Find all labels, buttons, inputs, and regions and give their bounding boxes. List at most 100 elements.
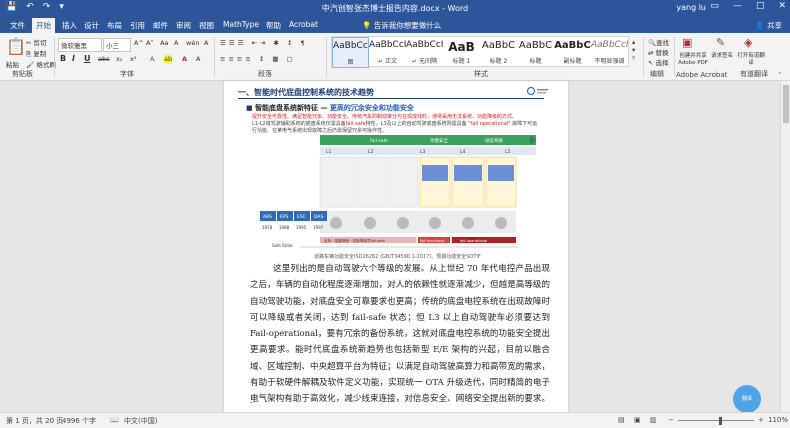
read-mode-icon[interactable]: ▤ — [618, 416, 625, 424]
replace-label: 替换 — [655, 49, 669, 57]
ribbon-display-icon[interactable]: ▭ — [710, 1, 719, 11]
superscript-button[interactable]: x² — [130, 55, 136, 63]
align-buttons[interactable]: ≡≡≡≡ ↕ ▦ ▢ — [220, 55, 296, 63]
format-painter-button[interactable]: 🖌 格式刷 — [26, 59, 56, 69]
tab-layout[interactable]: 布局 — [103, 19, 126, 32]
style-item[interactable]: AaB 标题 1 — [443, 37, 480, 68]
italic-button[interactable]: I — [72, 54, 75, 63]
cut-label: 剪切 — [33, 39, 47, 47]
share-button[interactable]: 👤 共享 — [755, 20, 782, 31]
highlight-color-icon[interactable]: ab — [164, 55, 173, 63]
font-grow-icon[interactable]: A^ — [134, 39, 144, 47]
request-sign-icon[interactable]: ✎ — [716, 36, 725, 49]
stage-label: L2 — [368, 149, 374, 155]
text-effects-icon[interactable]: A — [150, 55, 154, 63]
select-button[interactable]: ↖ 选择 — [648, 57, 669, 67]
top-label: 功能安全 — [430, 137, 448, 144]
tell-me-text: 告诉我你想要做什么 — [373, 21, 442, 30]
paste-button[interactable]: 粘贴 — [6, 59, 19, 69]
tab-help[interactable]: 帮助 — [262, 19, 285, 32]
print-layout-icon[interactable]: ▣ — [634, 416, 641, 424]
subscript-button[interactable]: x₂ — [116, 55, 122, 63]
zoom-in-icon[interactable]: + — [758, 416, 764, 424]
find-label: 查找 — [656, 39, 670, 47]
list-buttons[interactable]: ☰☰☰ ⇤⇥ ✱ ↕ ¶ — [220, 39, 308, 47]
tab-file[interactable]: 文件 — [6, 19, 29, 32]
style-item[interactable]: AaBbCcI 不明显强调 — [591, 37, 628, 68]
tab-design[interactable]: 设计 — [80, 19, 103, 32]
tab-acrobat[interactable]: Acrobat — [285, 19, 322, 30]
style-item[interactable]: AaBbCcI ↵ 正文 — [369, 37, 406, 68]
stage-card — [485, 156, 517, 208]
tab-mailings[interactable]: 邮件 — [149, 19, 172, 32]
figure-description: 提升安全可靠性、满足智能冗余、功能安全。传统汽车的制动审分与在现成线时，通常采用… — [252, 114, 542, 135]
proofing-icon[interactable]: 📖 — [110, 416, 119, 424]
vehicle-icon — [462, 217, 474, 229]
desc-red: "fail operational" — [468, 121, 511, 127]
style-item[interactable]: AaBbC 标题 2 — [480, 37, 517, 68]
style-item[interactable]: AaBbCcI 图 — [332, 37, 369, 68]
vertical-scrollbar[interactable] — [780, 81, 790, 412]
figure-rule — [238, 98, 544, 99]
copy-button[interactable]: ⎘ 复制 — [26, 48, 46, 59]
scroll-thumb[interactable] — [783, 85, 789, 123]
style-item[interactable]: AaBbCcI ↵ 无间隔 — [406, 37, 443, 68]
font-color-icon[interactable]: A — [182, 55, 187, 63]
char-shading-icon[interactable]: A — [196, 55, 200, 63]
document-page[interactable]: 一、智能时代底盘控制系统的技术趋势 ■ 智能底盘系统新特征 — 更高的冗余安全和… — [224, 81, 568, 421]
bar-label: fail operational — [460, 239, 487, 243]
tell-me-search[interactable]: 💡 告诉我你想要做什么 — [362, 20, 441, 31]
figure-subheading: ■ 智能底盘系统新特征 — 更高的冗余安全和功能安全 — [246, 103, 414, 113]
body-paragraph[interactable]: 这里列出的是自动驾驶六个等级的发展。从上世纪 70 年代电控产品出现之后，车辆的… — [250, 261, 550, 424]
style-item[interactable]: AaBbC 副标题 — [554, 37, 591, 68]
floating-translate-button[interactable]: 翻译 — [733, 385, 761, 413]
underline-button[interactable]: U — [84, 54, 91, 63]
char-border-icon[interactable]: A — [204, 39, 208, 47]
style-item[interactable]: AaBbC 标题 — [517, 37, 554, 68]
tab-review[interactable]: 审阅 — [172, 19, 195, 32]
request-sign-button[interactable]: 请求签名 — [711, 53, 733, 60]
minimize-icon[interactable]: — — [733, 1, 742, 11]
language[interactable]: 中文(中国) — [124, 416, 157, 426]
font-size-select[interactable]: 小三 — [103, 38, 131, 52]
tab-home[interactable]: 开始 — [32, 18, 55, 33]
open-translate-button[interactable]: 打开有道翻译 — [736, 53, 766, 67]
share-label: 共享 — [767, 21, 782, 30]
bold-button[interactable]: B — [60, 54, 66, 63]
zoom-slider-thumb[interactable] — [718, 417, 722, 425]
zoom-slider[interactable] — [678, 420, 754, 421]
page-count[interactable]: 第 1 页，共 20 页 — [6, 416, 63, 426]
tab-insert[interactable]: 插入 — [58, 19, 81, 32]
bar-label: fail functional — [420, 239, 445, 243]
change-case-icon[interactable]: Aa — [160, 39, 168, 47]
zoom-out-icon[interactable]: − — [668, 416, 674, 424]
figure-heading: 一、智能时代底盘控制系统的技术趋势 — [238, 88, 374, 97]
tab-view[interactable]: 视图 — [195, 19, 218, 32]
find-button[interactable]: 🔍查找 — [648, 37, 669, 47]
clear-format-icon[interactable]: A — [174, 39, 178, 47]
font-family-select[interactable]: 微软雅黑 — [58, 38, 102, 52]
scissors-icon: ✂ — [26, 39, 34, 47]
tab-mathtype[interactable]: MathType — [219, 19, 263, 30]
maximize-icon[interactable]: □ — [756, 1, 765, 11]
tag-label: ABS — [263, 214, 272, 220]
zoom-level[interactable]: 110% — [768, 416, 788, 424]
divider — [214, 37, 215, 77]
strikethrough-button[interactable]: abc — [98, 55, 110, 63]
styles-scroll-icon[interactable]: ▴ ▾ ▿ — [632, 38, 635, 62]
collapse-ribbon-icon[interactable]: ˄ — [778, 71, 781, 79]
replace-button[interactable]: ⇄ 替换 — [648, 47, 669, 57]
youdao-translate-icon[interactable]: ◈ — [744, 36, 752, 49]
web-layout-icon[interactable]: ▥ — [650, 416, 657, 424]
cut-button[interactable]: ✂ 剪切 — [26, 37, 47, 47]
tab-references[interactable]: 引用 — [126, 19, 149, 32]
font-shrink-icon[interactable]: A˅ — [146, 39, 154, 47]
create-share-pdf-button[interactable]: 创建并共享 Adobe PDF — [676, 53, 710, 67]
vehicle-icon — [397, 217, 409, 229]
paste-icon[interactable]: 📋 — [6, 37, 26, 56]
user-name[interactable]: yang lu — [676, 3, 706, 12]
close-icon[interactable]: ✕ — [778, 1, 786, 11]
create-pdf-icon[interactable]: ▣ — [682, 36, 692, 49]
pinyin-icon[interactable]: wén — [186, 39, 199, 47]
word-count[interactable]: 4996 个字 — [62, 416, 96, 426]
